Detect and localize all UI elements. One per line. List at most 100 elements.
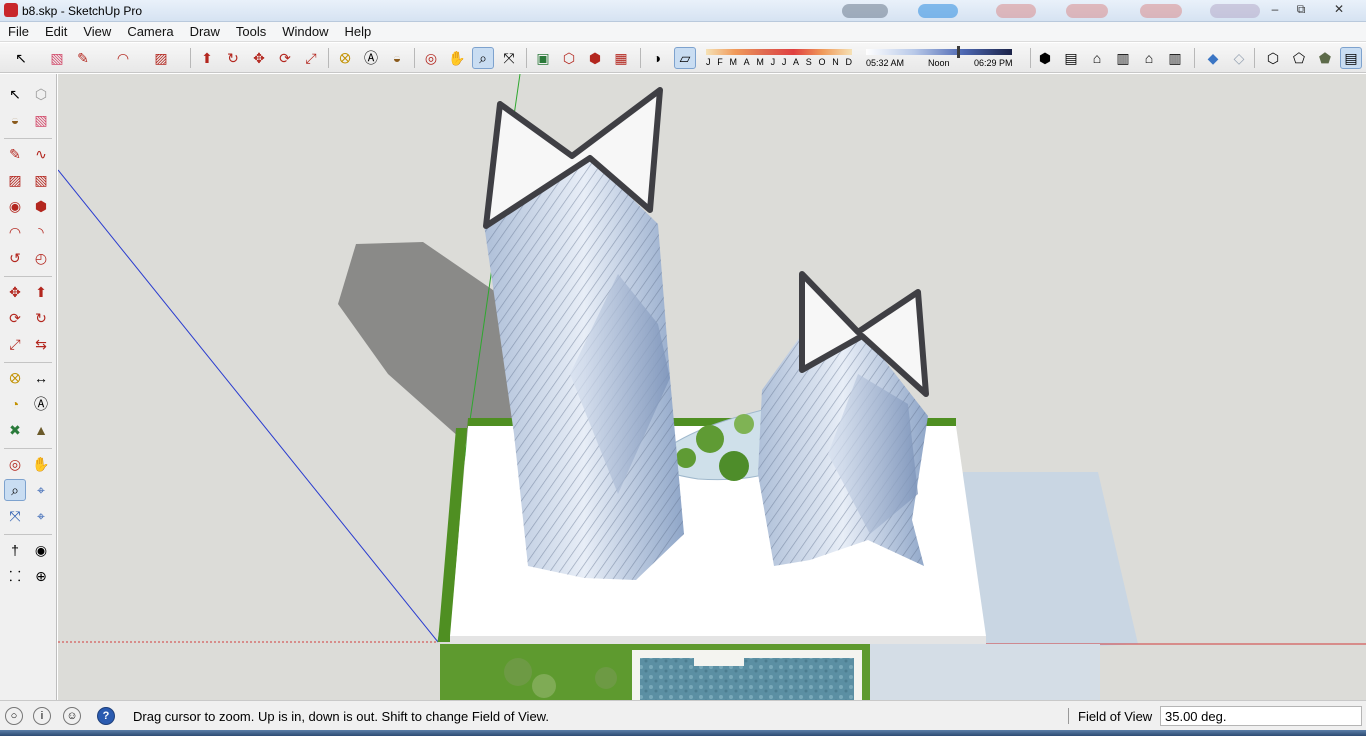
walk-icon[interactable]: ⸬ <box>4 565 26 587</box>
restore-icon[interactable]: ⧉ <box>1288 1 1314 17</box>
top-view-icon[interactable]: ▤ <box>1060 47 1082 69</box>
rectangle-icon[interactable]: ▨ <box>150 47 172 69</box>
taskbar-thumbnail <box>1066 4 1108 18</box>
measurements-input[interactable]: 35.00 deg. <box>1160 706 1362 726</box>
back-edges-icon[interactable]: ◇ <box>1228 47 1250 69</box>
dimension-icon[interactable]: ↔ <box>30 367 52 389</box>
right-view-icon[interactable]: ▥ <box>1112 47 1134 69</box>
iso-view-icon[interactable]: ⬢ <box>1034 47 1056 69</box>
circle-icon[interactable]: ◉ <box>4 195 26 217</box>
two-point-arc-icon[interactable]: ◝ <box>30 221 52 243</box>
select-icon[interactable]: ↖ <box>4 83 26 105</box>
menu-bar: File Edit View Camera Draw Tools Window … <box>0 22 1366 42</box>
fog-icon[interactable]: ▱ <box>674 47 696 69</box>
eraser-icon[interactable]: ▧ <box>46 47 68 69</box>
orbit-icon[interactable]: ◎ <box>420 47 442 69</box>
3d-viewport[interactable] <box>58 74 1366 700</box>
tape-measure-icon[interactable]: ⭙ <box>334 47 356 69</box>
pencil-icon[interactable]: ✎ <box>72 47 94 69</box>
scale-icon[interactable]: ⤢ <box>4 333 26 355</box>
shadow-time-slider[interactable] <box>866 49 1012 55</box>
left-view-icon[interactable]: ▥ <box>1164 47 1186 69</box>
lower-plaza <box>870 644 1100 700</box>
warehouse-icon[interactable]: ▣ <box>532 47 554 69</box>
back-view-icon[interactable]: ⌂ <box>1138 47 1160 69</box>
rectangle-icon[interactable]: ▨ <box>4 169 26 191</box>
menu-edit[interactable]: Edit <box>37 24 75 39</box>
shaded-textures-icon[interactable]: ▤ <box>1340 47 1362 69</box>
zoom-window-icon[interactable]: ⌖ <box>30 479 52 501</box>
protractor-icon[interactable]: ◔ <box>4 393 26 415</box>
model-canvas[interactable] <box>58 74 1366 700</box>
freehand-icon[interactable]: ∿ <box>30 143 52 165</box>
orbit-icon[interactable]: ◎ <box>4 453 26 475</box>
three-point-arc-icon[interactable]: ↺ <box>4 247 26 269</box>
eraser-icon[interactable]: ▧ <box>30 109 52 131</box>
front-view-icon[interactable]: ⌂ <box>1086 47 1108 69</box>
polygon-icon[interactable]: ⬢ <box>30 195 52 217</box>
rotated-rectangle-icon[interactable]: ▧ <box>30 169 52 191</box>
rotate-icon[interactable]: ⟳ <box>4 307 26 329</box>
push-pull-icon[interactable]: ⬆ <box>196 47 218 69</box>
follow-me-icon[interactable]: ↻ <box>222 47 244 69</box>
pan-icon[interactable]: ✋ <box>30 453 52 475</box>
wireframe-icon[interactable]: ⬡ <box>1262 47 1284 69</box>
follow-me-icon[interactable]: ↻ <box>30 307 52 329</box>
3d-text-icon[interactable]: ▲ <box>30 419 52 441</box>
minimize-icon[interactable]: – <box>1262 1 1288 17</box>
previous-view-icon[interactable]: ⌖ <box>30 505 52 527</box>
menu-help[interactable]: Help <box>337 24 380 39</box>
pie-icon[interactable]: ◴ <box>30 247 52 269</box>
geolocation-icon[interactable]: ○ <box>5 707 23 725</box>
make-component-icon[interactable]: ⬡ <box>30 83 52 105</box>
share-model-icon[interactable]: ⬡ <box>558 47 580 69</box>
menu-camera[interactable]: Camera <box>119 24 181 39</box>
move-icon[interactable]: ✥ <box>248 47 270 69</box>
credits-icon[interactable]: i <box>33 707 51 725</box>
text-icon[interactable]: Ⓐ <box>30 393 52 415</box>
noon-label: Noon <box>928 58 950 68</box>
menu-window[interactable]: Window <box>274 24 336 39</box>
zoom-icon[interactable]: ⌕ <box>472 47 494 69</box>
status-bar: ○ i ☺ ? Drag cursor to zoom. Up is in, d… <box>0 700 1366 730</box>
components-icon[interactable]: ⬢ <box>584 47 606 69</box>
arc-icon[interactable]: ◠ <box>112 47 134 69</box>
shadow-time-thumb[interactable] <box>956 46 960 58</box>
offset-icon[interactable]: ⇆ <box>30 333 52 355</box>
pencil-icon[interactable]: ✎ <box>4 143 26 165</box>
close-icon[interactable]: ✕ <box>1326 1 1352 17</box>
move-icon[interactable]: ✥ <box>4 281 26 303</box>
xray-icon[interactable]: ◆ <box>1202 47 1224 69</box>
paint-bucket-icon[interactable]: ◒ <box>4 109 26 131</box>
scale-icon[interactable]: ⤢ <box>300 47 322 69</box>
look-around-icon[interactable]: ◉ <box>30 539 52 561</box>
menu-tools[interactable]: Tools <box>228 24 274 39</box>
user-icon[interactable]: ☺ <box>63 707 81 725</box>
paint-bucket-icon[interactable]: ◒ <box>386 47 408 69</box>
arc-icon[interactable]: ◠ <box>4 221 26 243</box>
axes-icon[interactable]: ✖ <box>4 419 26 441</box>
select-icon[interactable]: ↖ <box>10 47 32 69</box>
menu-draw[interactable]: Draw <box>182 24 228 39</box>
shadows-icon[interactable]: ◑ <box>646 47 668 69</box>
zoom-extents-icon[interactable]: ⤧ <box>4 505 26 527</box>
zoom-extents-icon[interactable]: ⤧ <box>498 47 520 69</box>
tree <box>504 658 532 686</box>
tape-measure-icon[interactable]: ⭙ <box>4 367 26 389</box>
taskbar-thumbnail <box>1140 4 1182 18</box>
extension-icon[interactable]: ▦ <box>610 47 632 69</box>
instructor-help-icon[interactable]: ? <box>97 707 115 725</box>
shadow-date-slider[interactable] <box>706 49 852 55</box>
pan-icon[interactable]: ✋ <box>446 47 468 69</box>
zoom-icon[interactable]: ⌕ <box>4 479 26 501</box>
shaded-icon[interactable]: ⬟ <box>1314 47 1336 69</box>
sunrise-label: 05:32 AM <box>866 58 905 68</box>
section-plane-icon[interactable]: ⊕ <box>30 565 52 587</box>
menu-file[interactable]: File <box>0 24 37 39</box>
text-icon[interactable]: Ⓐ <box>360 47 382 69</box>
push-pull-icon[interactable]: ⬆ <box>30 281 52 303</box>
rotate-icon[interactable]: ⟳ <box>274 47 296 69</box>
menu-view[interactable]: View <box>75 24 119 39</box>
hidden-line-icon[interactable]: ⬠ <box>1288 47 1310 69</box>
position-camera-icon[interactable]: † <box>4 539 26 561</box>
